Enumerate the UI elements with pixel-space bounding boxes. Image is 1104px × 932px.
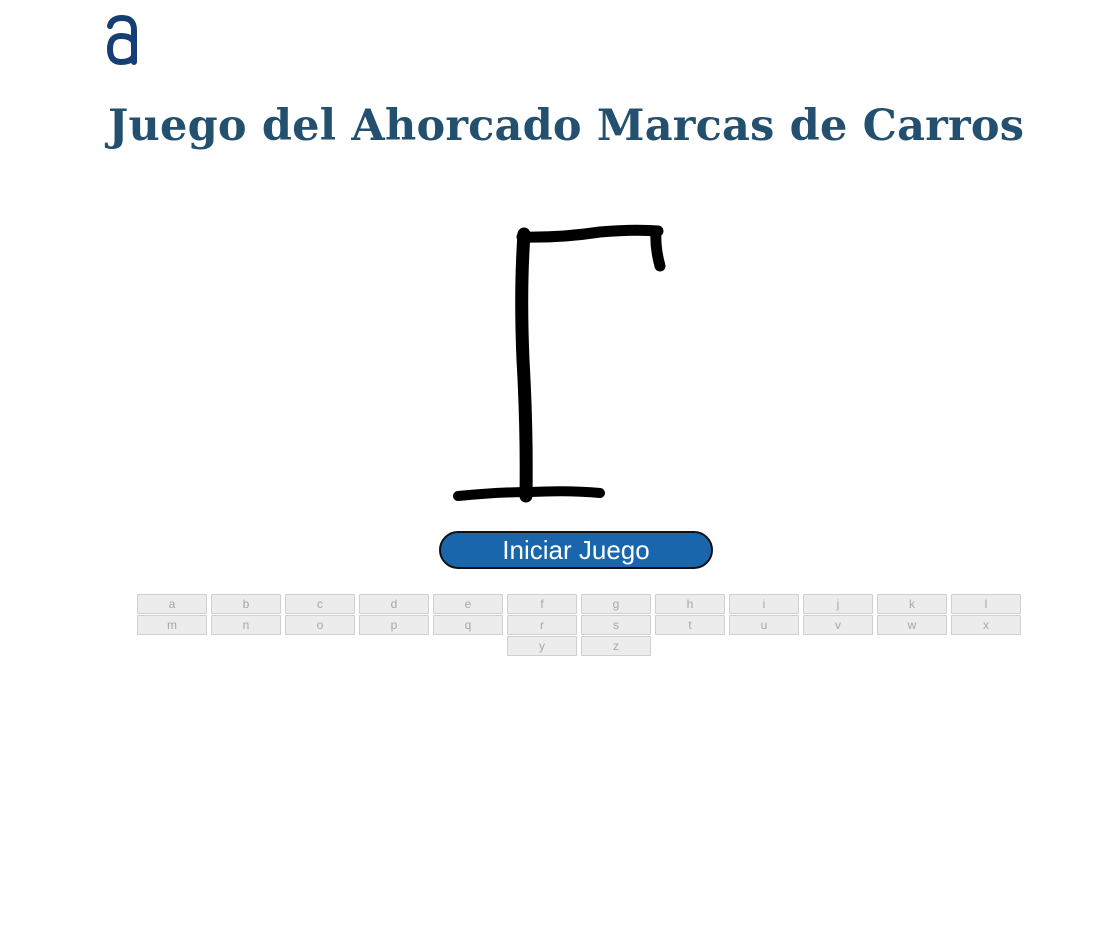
letter-key-b[interactable]: b (211, 594, 281, 614)
letter-key-l[interactable]: l (951, 594, 1021, 614)
hangman-gallows-drawing (453, 224, 666, 503)
letter-key-t[interactable]: t (655, 615, 725, 635)
letter-key-r[interactable]: r (507, 615, 577, 635)
letter-key-n[interactable]: n (211, 615, 281, 635)
letter-key-o[interactable]: o (285, 615, 355, 635)
letter-key-v[interactable]: v (803, 615, 873, 635)
letter-key-j[interactable]: j (803, 594, 873, 614)
letter-keyboard: a b c d e f g h i j k l m n o p q r s t … (134, 594, 1024, 656)
letter-key-h[interactable]: h (655, 594, 725, 614)
letter-key-w[interactable]: w (877, 615, 947, 635)
letter-key-k[interactable]: k (877, 594, 947, 614)
letter-key-y[interactable]: y (507, 636, 577, 656)
letter-key-p[interactable]: p (359, 615, 429, 635)
letter-key-f[interactable]: f (507, 594, 577, 614)
gallows-post (515, 227, 533, 503)
a-letter-logo-icon (106, 14, 137, 66)
letter-key-e[interactable]: e (433, 594, 503, 614)
letter-key-g[interactable]: g (581, 594, 651, 614)
letter-key-d[interactable]: d (359, 594, 429, 614)
start-game-button[interactable]: Iniciar Juego (439, 531, 713, 569)
letter-key-s[interactable]: s (581, 615, 651, 635)
letter-key-a[interactable]: a (137, 594, 207, 614)
letter-key-i[interactable]: i (729, 594, 799, 614)
letter-key-x[interactable]: x (951, 615, 1021, 635)
page-title: Juego del Ahorcado Marcas de Carros (108, 101, 1025, 151)
gallows-beam (516, 224, 664, 243)
letter-key-q[interactable]: q (433, 615, 503, 635)
letter-key-u[interactable]: u (729, 615, 799, 635)
letter-key-c[interactable]: c (285, 594, 355, 614)
letter-key-z[interactable]: z (581, 636, 651, 656)
page: Juego del Ahorcado Marcas de Carros Inic… (0, 0, 1104, 932)
gallows-rope (650, 225, 666, 272)
letter-key-m[interactable]: m (137, 615, 207, 635)
